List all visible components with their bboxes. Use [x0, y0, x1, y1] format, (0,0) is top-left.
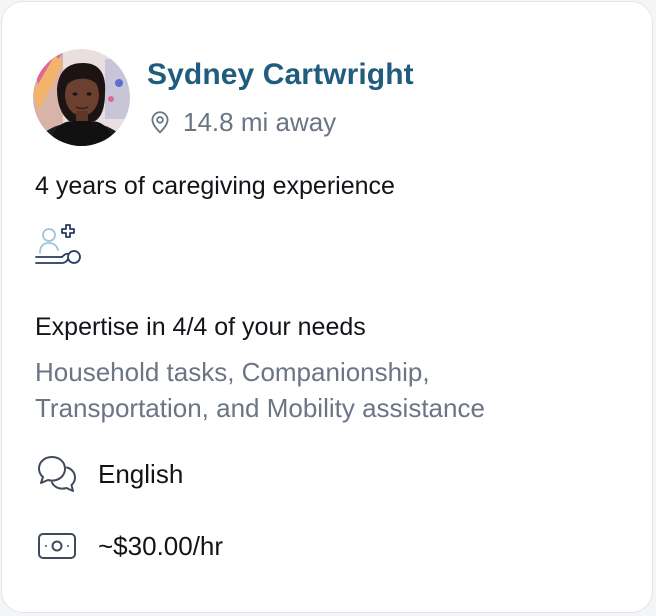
expertise-list: Household tasks, Companionship, Transpor…: [35, 357, 485, 423]
caregiver-name[interactable]: Sydney Cartwright: [147, 58, 414, 92]
rate-row: ~$30.00/hr: [35, 524, 223, 568]
distance-row: 14.8 mi away: [147, 105, 336, 139]
cash-icon: [35, 524, 79, 568]
avatar: [33, 49, 130, 146]
chat-bubbles-icon: [35, 452, 79, 496]
caregiver-card[interactable]: Sydney Cartwright 14.8 mi away 4 years o…: [1, 1, 653, 613]
rate-text: ~$30.00/hr: [98, 530, 224, 561]
language-text: English: [98, 458, 184, 489]
expertise-title: Expertise in 4/4 of your needs: [35, 313, 366, 341]
caregiver-medical-icon: [32, 221, 84, 271]
distance-text: 14.8 mi away: [183, 106, 337, 137]
experience-text: 4 years of caregiving experience: [35, 172, 395, 200]
location-pin-icon: [147, 109, 173, 135]
language-row: English: [35, 452, 183, 496]
